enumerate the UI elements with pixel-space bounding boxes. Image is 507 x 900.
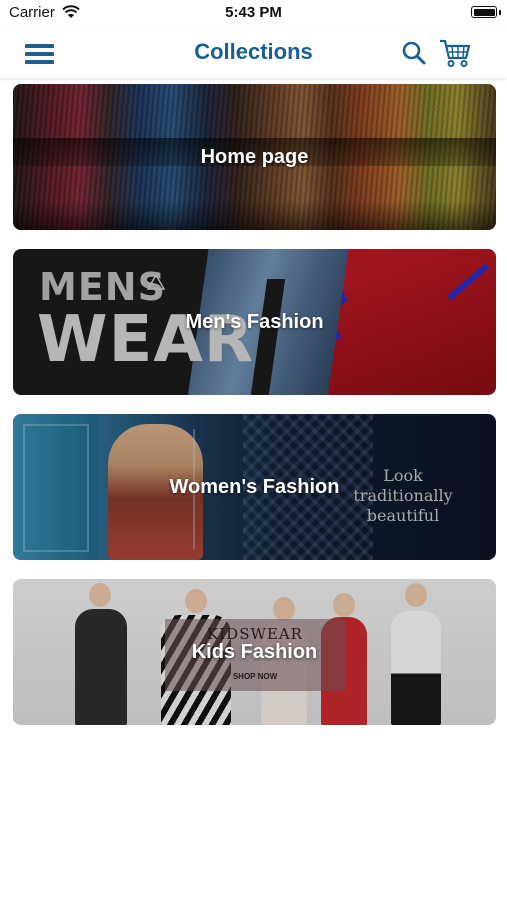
collection-title: Men's Fashion xyxy=(185,310,324,333)
collections-list: Home page MENS WEAR Men's Fashion Look t… xyxy=(13,84,496,744)
collection-card-home-page[interactable]: Home page xyxy=(13,84,496,230)
status-bar: Carrier 5:43 PM xyxy=(0,0,507,28)
collection-card-mens-fashion[interactable]: MENS WEAR Men's Fashion xyxy=(13,249,496,395)
collection-title: Kids Fashion xyxy=(191,640,318,663)
status-time: 5:43 PM xyxy=(225,4,282,21)
search-button[interactable] xyxy=(400,39,428,67)
search-icon xyxy=(402,41,426,65)
menu-button[interactable] xyxy=(25,40,55,66)
page-title: Collections xyxy=(194,39,313,64)
collection-title: Women's Fashion xyxy=(169,475,340,498)
cart-icon xyxy=(440,39,471,67)
battery-icon xyxy=(471,6,497,18)
collection-card-kids-fashion[interactable]: KIDSWEAR SHOP NOW Kids Fashion xyxy=(13,579,496,725)
collection-card-womens-fashion[interactable]: Look traditionally beautiful Women's Fas… xyxy=(13,414,496,560)
collection-title: Home page xyxy=(200,145,309,168)
battery-tip xyxy=(499,10,501,15)
menu-icon xyxy=(25,44,54,48)
cart-button[interactable] xyxy=(438,36,472,70)
navigation-bar: Collections xyxy=(0,28,507,78)
